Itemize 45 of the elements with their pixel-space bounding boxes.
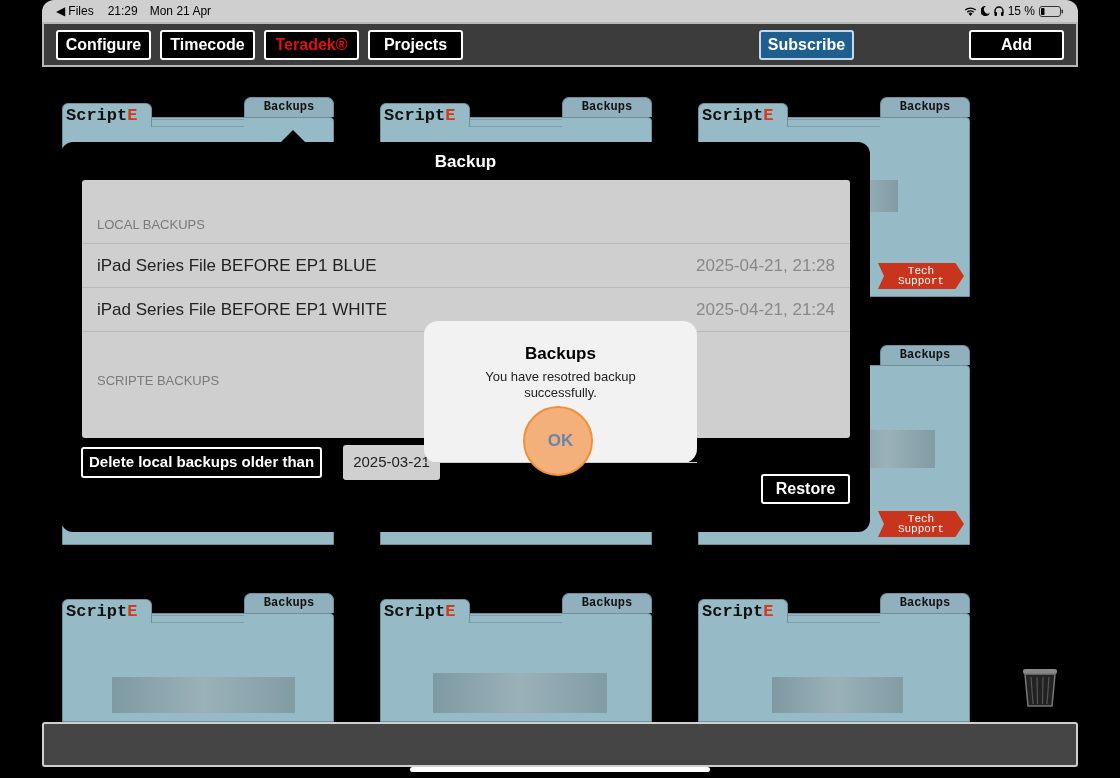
backup-date: 2025-04-21, 21:24 — [696, 298, 835, 321]
battery-icon — [1039, 5, 1064, 17]
popover-title: Backup — [433, 151, 498, 173]
date-field[interactable]: 2025-03-21 — [343, 445, 440, 480]
folder-tab[interactable]: Backups — [562, 97, 652, 117]
tech-support-ribbon[interactable]: Tech Support — [878, 511, 964, 537]
folder-tab[interactable]: Backups — [880, 97, 970, 117]
tech-support-ribbon[interactable]: Tech Support — [878, 263, 964, 289]
restore-button[interactable]: Restore — [761, 474, 850, 504]
folder-tab[interactable]: Backups — [880, 345, 970, 365]
toolbar-button[interactable]: Add — [969, 29, 1064, 60]
backup-row[interactable]: iPad Series File BEFORE EP1 BLUE 2025-04-21, 21:28 — [82, 244, 850, 288]
trash-icon[interactable] — [1022, 668, 1058, 708]
section-header: SCRIPTE BACKUPS — [97, 373, 220, 388]
subscribe-button[interactable]: Subscribe — [759, 29, 854, 60]
headphones-icon — [993, 6, 1004, 16]
toolbar-button[interactable]: Projects — [368, 29, 463, 60]
toolbar-button[interactable]: Configure — [56, 29, 151, 60]
moon-icon — [980, 6, 990, 16]
folder-tab[interactable]: Backups — [562, 593, 652, 613]
backup-name: iPad Series File BEFORE EP1 BLUE — [97, 254, 377, 277]
alert-message: You have resotred backup successfully. — [484, 368, 637, 401]
backup-name: iPad Series File BEFORE EP1 WHITE — [97, 298, 388, 321]
backup-date: 2025-04-21, 21:28 — [696, 254, 835, 277]
folder-logo: ScriptE — [62, 103, 152, 127]
toolbar-button[interactable]: Timecode — [160, 29, 255, 60]
section-header: LOCAL BACKUPS — [97, 217, 205, 232]
folder-logo: ScriptE — [380, 599, 470, 623]
folder-tab[interactable]: Backups — [244, 593, 334, 613]
ribbon-label: Tech Support — [896, 266, 946, 286]
alert-title: Backups — [525, 343, 596, 365]
status-time: 21:29 — [107, 3, 138, 20]
toolbar-button[interactable]: Teradek® — [264, 29, 359, 60]
folder-logo: ScriptE — [62, 599, 152, 623]
delete-backups-button[interactable]: Delete local backups older than — [81, 447, 323, 478]
battery-percent: 15 % — [1007, 3, 1035, 20]
folder-logo: ScriptE — [380, 103, 470, 127]
ribbon-label: Tech Support — [896, 514, 946, 534]
wifi-icon — [963, 6, 977, 16]
folder-tab[interactable]: Backups — [244, 97, 334, 117]
folder-logo: ScriptE — [698, 103, 788, 127]
status-date: Mon 21 Apr — [149, 3, 212, 20]
folder-logo: ScriptE — [698, 599, 788, 623]
back-link[interactable]: ◀ Files — [56, 2, 94, 20]
folder-tab[interactable]: Backups — [880, 593, 970, 613]
